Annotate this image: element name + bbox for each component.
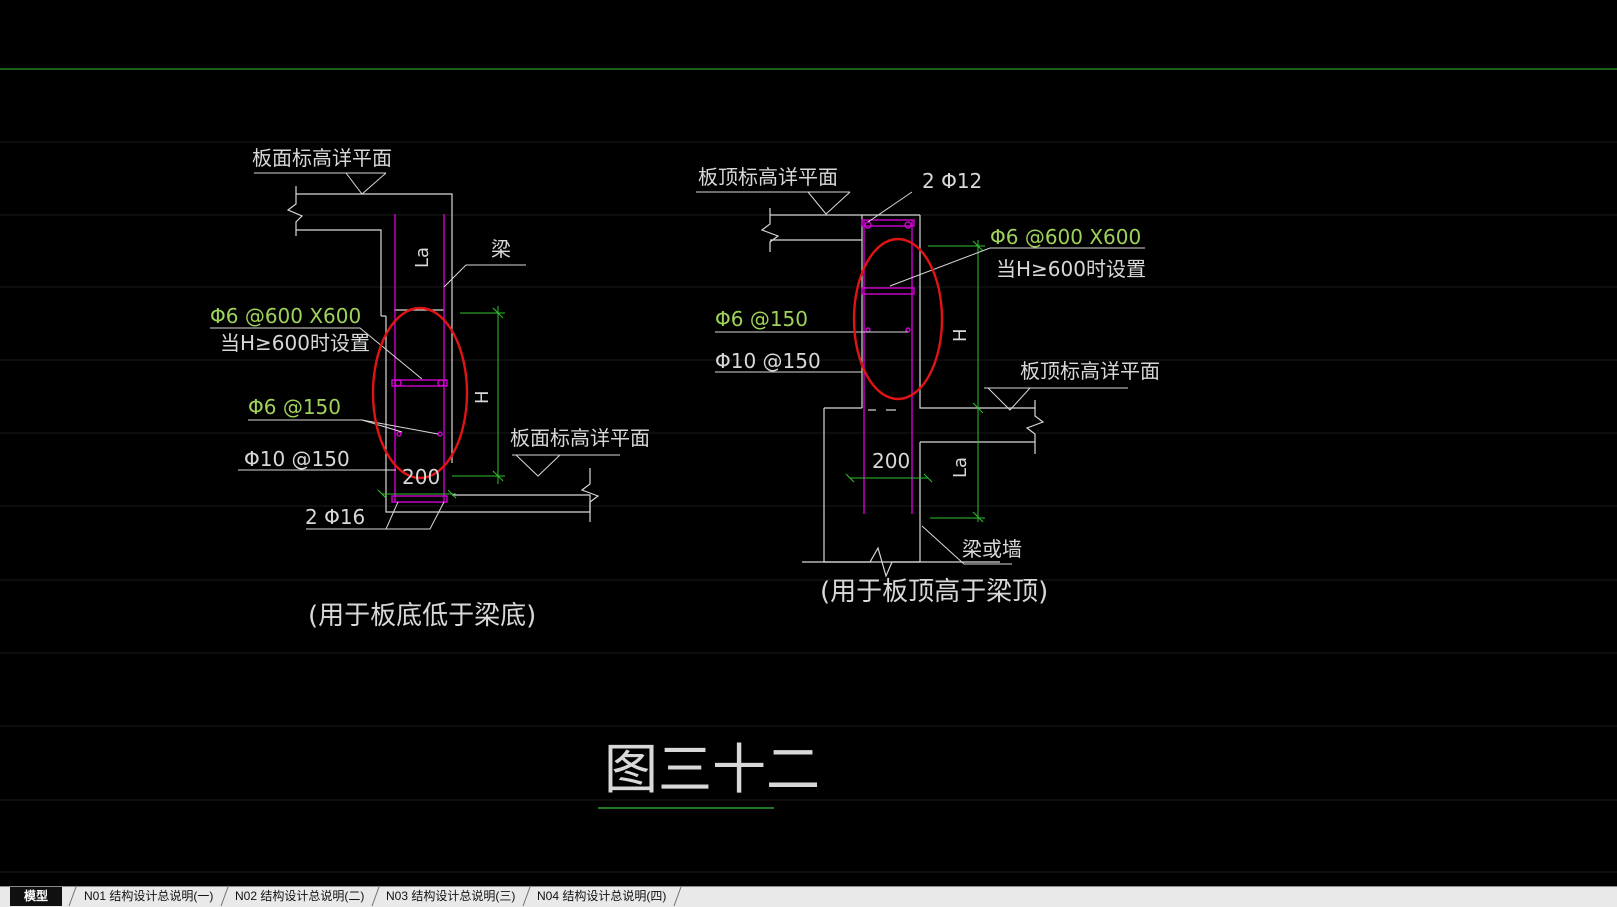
figure-title-group: 图三十二 [598, 738, 820, 809]
right-detail: 板顶标高详平面 2 Φ12 当H≥600时设置 H Φ10 @150 板顶标高详… [696, 165, 1160, 607]
left-stirrup-label: Φ10 @150 [244, 447, 350, 471]
tab-label: N01 结构设计总说明(一) [84, 889, 214, 903]
right-width-label: 200 [872, 449, 910, 473]
left-detail: 板面标高详平面 梁 La H 当H≥600时设置 Φ10 @150 板面标高详平… [210, 146, 650, 631]
left-tie-condition: 当H≥600时设置 [220, 331, 370, 355]
tab-label: N03 结构设计总说明(三) [386, 889, 516, 903]
tab-n02[interactable]: N02 结构设计总说明(二) [221, 887, 378, 906]
cad-drawing: 板面标高详平面 梁 La H 当H≥600时设置 Φ10 @150 板面标高详平… [0, 68, 1617, 873]
tab-label: 模型 [24, 889, 49, 903]
cad-drawing-canvas[interactable]: 板面标高详平面 梁 La H 当H≥600时设置 Φ10 @150 板面标高详平… [0, 0, 1617, 886]
left-width-label: 200 [402, 465, 440, 489]
tab-model[interactable]: 模型 [10, 887, 63, 906]
tab-label: N02 结构设计总说明(二) [235, 889, 365, 903]
left-highlight-circle [371, 306, 469, 480]
right-slab-top-label-2: 板顶标高详平面 [1020, 359, 1160, 383]
left-h-label: H [472, 390, 493, 404]
left-slab-top-label-2: 板面标高详平面 [510, 426, 650, 450]
left-beam-label: 梁 [491, 237, 511, 261]
left-side-bar-label: Φ6 @150 [248, 395, 341, 419]
tab-n03[interactable]: N03 结构设计总说明(三) [372, 887, 529, 906]
right-caption: (用于板顶高于梁顶) [820, 577, 1048, 607]
right-side-bar-label: Φ6 @150 [715, 307, 808, 331]
right-top-bar-label: 2 Φ12 [922, 169, 982, 193]
right-dimension-lines [845, 240, 985, 523]
left-slab-top-label: 板面标高详平面 [252, 146, 392, 170]
right-tie-condition: 当H≥600时设置 [996, 257, 1146, 281]
layout-tab-bar: 模型 N01 结构设计总说明(一) N02 结构设计总说明(二) N03 结构设… [0, 886, 1617, 907]
right-beam-or-wall-label: 梁或墙 [962, 537, 1022, 561]
figure-title: 图三十二 [604, 738, 820, 801]
left-caption: (用于板底低于梁底) [308, 601, 536, 631]
right-highlight-circle [852, 237, 944, 401]
right-stirrup-label: Φ10 @150 [715, 349, 821, 373]
right-slab-top-label: 板顶标高详平面 [698, 165, 838, 189]
left-bottom-bar-label: 2 Φ16 [305, 505, 365, 529]
tab-n04[interactable]: N04 结构设计总说明(四) [523, 887, 680, 906]
left-tie-label: Φ6 @600 X600 [210, 304, 361, 328]
right-la-label: La [950, 457, 971, 478]
tab-label: N04 结构设计总说明(四) [537, 889, 667, 903]
right-h-label: H [950, 328, 971, 342]
right-tie-label: Φ6 @600 X600 [990, 225, 1141, 249]
left-la-label: La [412, 247, 433, 268]
tab-n01[interactable]: N01 结构设计总说明(一) [70, 887, 227, 906]
